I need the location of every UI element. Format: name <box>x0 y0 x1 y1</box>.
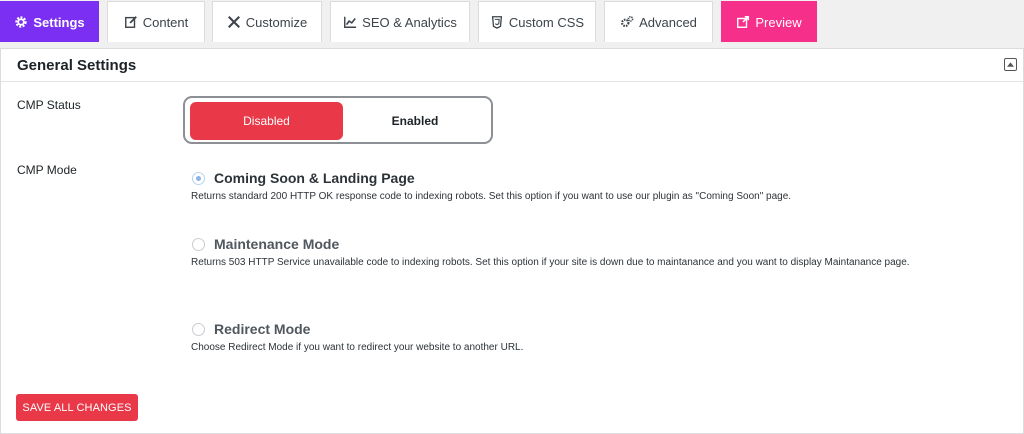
gears-icon <box>620 15 634 29</box>
tab-label: Preview <box>755 14 802 30</box>
tab-preview[interactable]: Preview <box>721 1 817 42</box>
tab-label: SEO & Analytics <box>362 14 457 30</box>
radio-coming-soon[interactable] <box>192 172 205 185</box>
radio-redirect[interactable] <box>192 323 205 336</box>
general-settings-panel: General Settings CMP Status Disabled Ena… <box>0 48 1024 434</box>
toggle-disabled-option[interactable]: Disabled <box>190 102 343 140</box>
tab-label: Advanced <box>639 14 697 30</box>
save-all-changes-button[interactable]: SAVE ALL CHANGES <box>16 394 138 421</box>
panel-title: General Settings <box>17 57 137 74</box>
panel-header: General Settings <box>1 49 1023 82</box>
external-link-icon <box>736 15 750 29</box>
option-desc-coming-soon: Returns standard 200 HTTP OK response co… <box>191 191 792 202</box>
option-title-coming-soon: Coming Soon & Landing Page <box>214 170 415 186</box>
chart-icon <box>343 15 357 29</box>
tab-custom-css[interactable]: Custom CSS <box>478 1 596 42</box>
option-desc-maintenance: Returns 503 HTTP Service unavailable cod… <box>191 257 910 268</box>
tab-label: Customize <box>245 14 308 30</box>
tab-label: Settings <box>33 14 85 30</box>
cmp-status-label: CMP Status <box>17 98 81 112</box>
tab-customize[interactable]: Customize <box>212 1 322 42</box>
gear-icon <box>14 15 28 29</box>
toggle-enabled-option[interactable]: Enabled <box>345 102 485 140</box>
tab-bar: Settings Content Customize SEO & Analyti… <box>0 0 1024 44</box>
collapse-arrow-icon[interactable] <box>1004 58 1017 71</box>
tab-content[interactable]: Content <box>107 1 205 42</box>
radio-maintenance[interactable] <box>192 238 205 251</box>
tab-label: Custom CSS <box>508 14 585 30</box>
tab-settings[interactable]: Settings <box>0 1 99 42</box>
option-title-redirect: Redirect Mode <box>214 321 311 337</box>
tools-icon <box>227 15 241 29</box>
tab-seo-analytics[interactable]: SEO & Analytics <box>330 1 470 42</box>
cmp-status-toggle: Disabled Enabled <box>183 96 493 144</box>
edit-icon <box>124 15 138 29</box>
tab-advanced[interactable]: Advanced <box>604 1 713 42</box>
option-title-maintenance: Maintenance Mode <box>214 236 340 252</box>
tab-label: Content <box>142 14 189 30</box>
option-desc-redirect: Choose Redirect Mode if you want to redi… <box>191 342 524 353</box>
cmp-mode-label: CMP Mode <box>17 163 77 177</box>
css3-icon <box>490 15 504 29</box>
